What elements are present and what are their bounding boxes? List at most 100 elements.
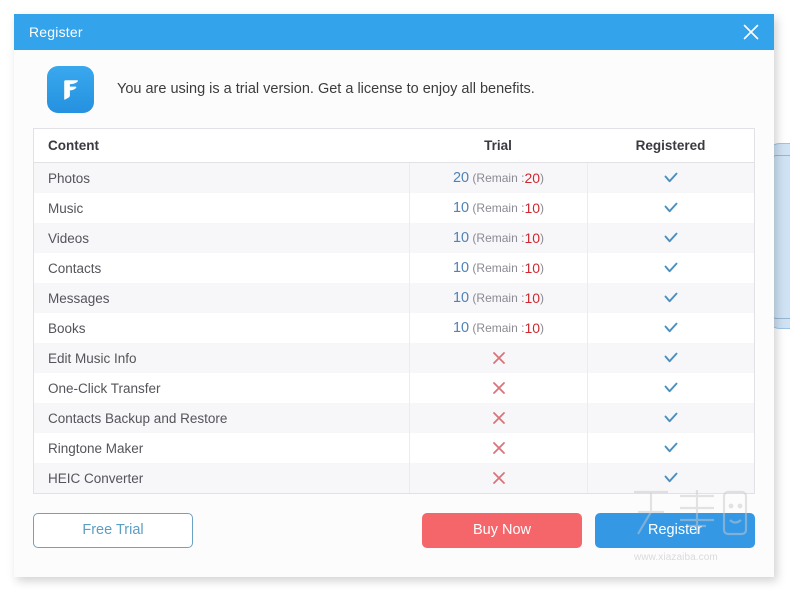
trial-quota-count: 10	[452, 290, 470, 306]
cell-trial-value: 20 (Remain : 20)	[409, 163, 587, 193]
check-icon	[664, 472, 678, 483]
check-icon	[664, 412, 678, 423]
check-icon	[664, 292, 678, 303]
close-icon[interactable]	[728, 14, 774, 50]
column-header-trial: Trial	[484, 138, 512, 153]
cell-registered-value	[587, 163, 754, 193]
table-body: Photos 20 (Remain : 20) Music 10 (Remain : …	[34, 163, 754, 493]
table-row: Photos 20 (Remain : 20)	[34, 163, 754, 193]
trial-remain-count: 10	[524, 320, 541, 336]
trial-remain-label: (Remain :	[469, 291, 525, 305]
cross-icon	[492, 412, 505, 424]
check-icon	[664, 352, 678, 363]
cell-content-name: Ringtone Maker	[48, 440, 144, 456]
trial-remain-suffix: )	[540, 291, 545, 305]
trial-remain-suffix: )	[540, 321, 545, 335]
check-icon	[664, 232, 678, 243]
cell-registered-value	[587, 403, 754, 433]
trial-remain-count: 10	[524, 290, 541, 306]
trial-remain-count: 20	[524, 170, 541, 186]
cell-content-name: Messages	[48, 290, 110, 306]
trial-notice-text: You are using is a trial version. Get a …	[117, 81, 535, 97]
table-row: Contacts 10 (Remain : 10)	[34, 253, 754, 283]
table-header-row: Content Trial Registered	[34, 129, 754, 163]
cross-icon	[492, 352, 505, 364]
trial-remain-suffix: )	[540, 261, 545, 275]
cell-trial-value: 10 (Remain : 10)	[409, 253, 587, 283]
cross-icon	[492, 382, 505, 394]
cell-content-name: Contacts Backup and Restore	[48, 410, 228, 426]
trial-remain-label: (Remain :	[469, 171, 525, 185]
cross-icon	[492, 442, 505, 454]
cell-content-name: Contacts	[48, 260, 102, 276]
trial-remain-count: 10	[524, 260, 541, 276]
register-dialog: Register You are using is a trial versio…	[14, 14, 774, 577]
check-icon	[664, 322, 678, 333]
table-row: One-Click Transfer	[34, 373, 754, 403]
check-icon	[664, 172, 678, 183]
table-row: Ringtone Maker	[34, 433, 754, 463]
cell-trial-value	[409, 403, 587, 433]
cell-content-name: Photos	[48, 170, 91, 186]
table-row: Messages 10 (Remain : 10)	[34, 283, 754, 313]
cell-registered-value	[587, 463, 754, 493]
feature-comparison-table: Content Trial Registered Photos 20 (Remai…	[33, 128, 755, 494]
trial-remain-suffix: )	[540, 231, 545, 245]
table-row: Music 10 (Remain : 10)	[34, 193, 754, 223]
trial-quota-count: 20	[452, 170, 470, 186]
table-row: HEIC Converter	[34, 463, 754, 493]
trial-remain-label: (Remain :	[469, 321, 525, 335]
background-side-panel-inner	[773, 155, 790, 319]
cell-trial-value	[409, 463, 587, 493]
cell-registered-value	[587, 283, 754, 313]
column-header-content: Content	[48, 138, 99, 153]
trial-quota-count: 10	[452, 260, 470, 276]
cell-trial-value	[409, 433, 587, 463]
trial-notice: You are using is a trial version. Get a …	[32, 50, 756, 128]
primary-actions: Buy Now Register	[422, 512, 755, 548]
trial-remain-count: 10	[524, 200, 541, 216]
free-trial-button[interactable]: Free Trial	[33, 512, 193, 548]
cell-content-name: Videos	[48, 230, 90, 246]
cell-trial-value	[409, 373, 587, 403]
cell-content-name: Books	[48, 320, 86, 336]
check-icon	[664, 442, 678, 453]
cell-content-name: Music	[48, 200, 84, 216]
cell-content-name: HEIC Converter	[48, 470, 144, 486]
check-icon	[664, 382, 678, 393]
trial-quota-count: 10	[452, 230, 470, 246]
cell-registered-value	[587, 253, 754, 283]
trial-quota-count: 10	[452, 200, 470, 216]
dialog-titlebar: Register	[14, 14, 774, 50]
register-button[interactable]: Register	[595, 512, 755, 548]
trial-quota-count: 10	[452, 320, 470, 336]
column-header-registered: Registered	[635, 138, 706, 153]
trial-remain-label: (Remain :	[469, 201, 525, 215]
table-row: Edit Music Info	[34, 343, 754, 373]
table-row: Contacts Backup and Restore	[34, 403, 754, 433]
cell-trial-value	[409, 343, 587, 373]
dialog-body: You are using is a trial version. Get a …	[14, 50, 774, 577]
table-row: Books 10 (Remain : 10)	[34, 313, 754, 343]
dialog-footer: Free Trial Buy Now Register www.xiazaiba…	[32, 490, 756, 566]
cross-icon	[492, 472, 505, 484]
trial-remain-label: (Remain :	[469, 231, 525, 245]
buy-now-button[interactable]: Buy Now	[422, 512, 582, 548]
trial-remain-label: (Remain :	[469, 261, 525, 275]
cell-registered-value	[587, 433, 754, 463]
cell-content-name: Edit Music Info	[48, 350, 137, 366]
cell-content-name: One-Click Transfer	[48, 380, 161, 396]
trial-remain-suffix: )	[540, 201, 545, 215]
watermark-url: www.xiazaiba.com	[634, 552, 718, 563]
table-row: Videos 10 (Remain : 10)	[34, 223, 754, 253]
dialog-title: Register	[29, 24, 83, 40]
check-icon	[664, 202, 678, 213]
cell-trial-value: 10 (Remain : 10)	[409, 223, 587, 253]
cell-trial-value: 10 (Remain : 10)	[409, 313, 587, 343]
cell-registered-value	[587, 313, 754, 343]
cell-registered-value	[587, 373, 754, 403]
cell-registered-value	[587, 193, 754, 223]
check-icon	[664, 262, 678, 273]
trial-remain-count: 10	[524, 230, 541, 246]
trial-remain-suffix: )	[540, 171, 545, 185]
